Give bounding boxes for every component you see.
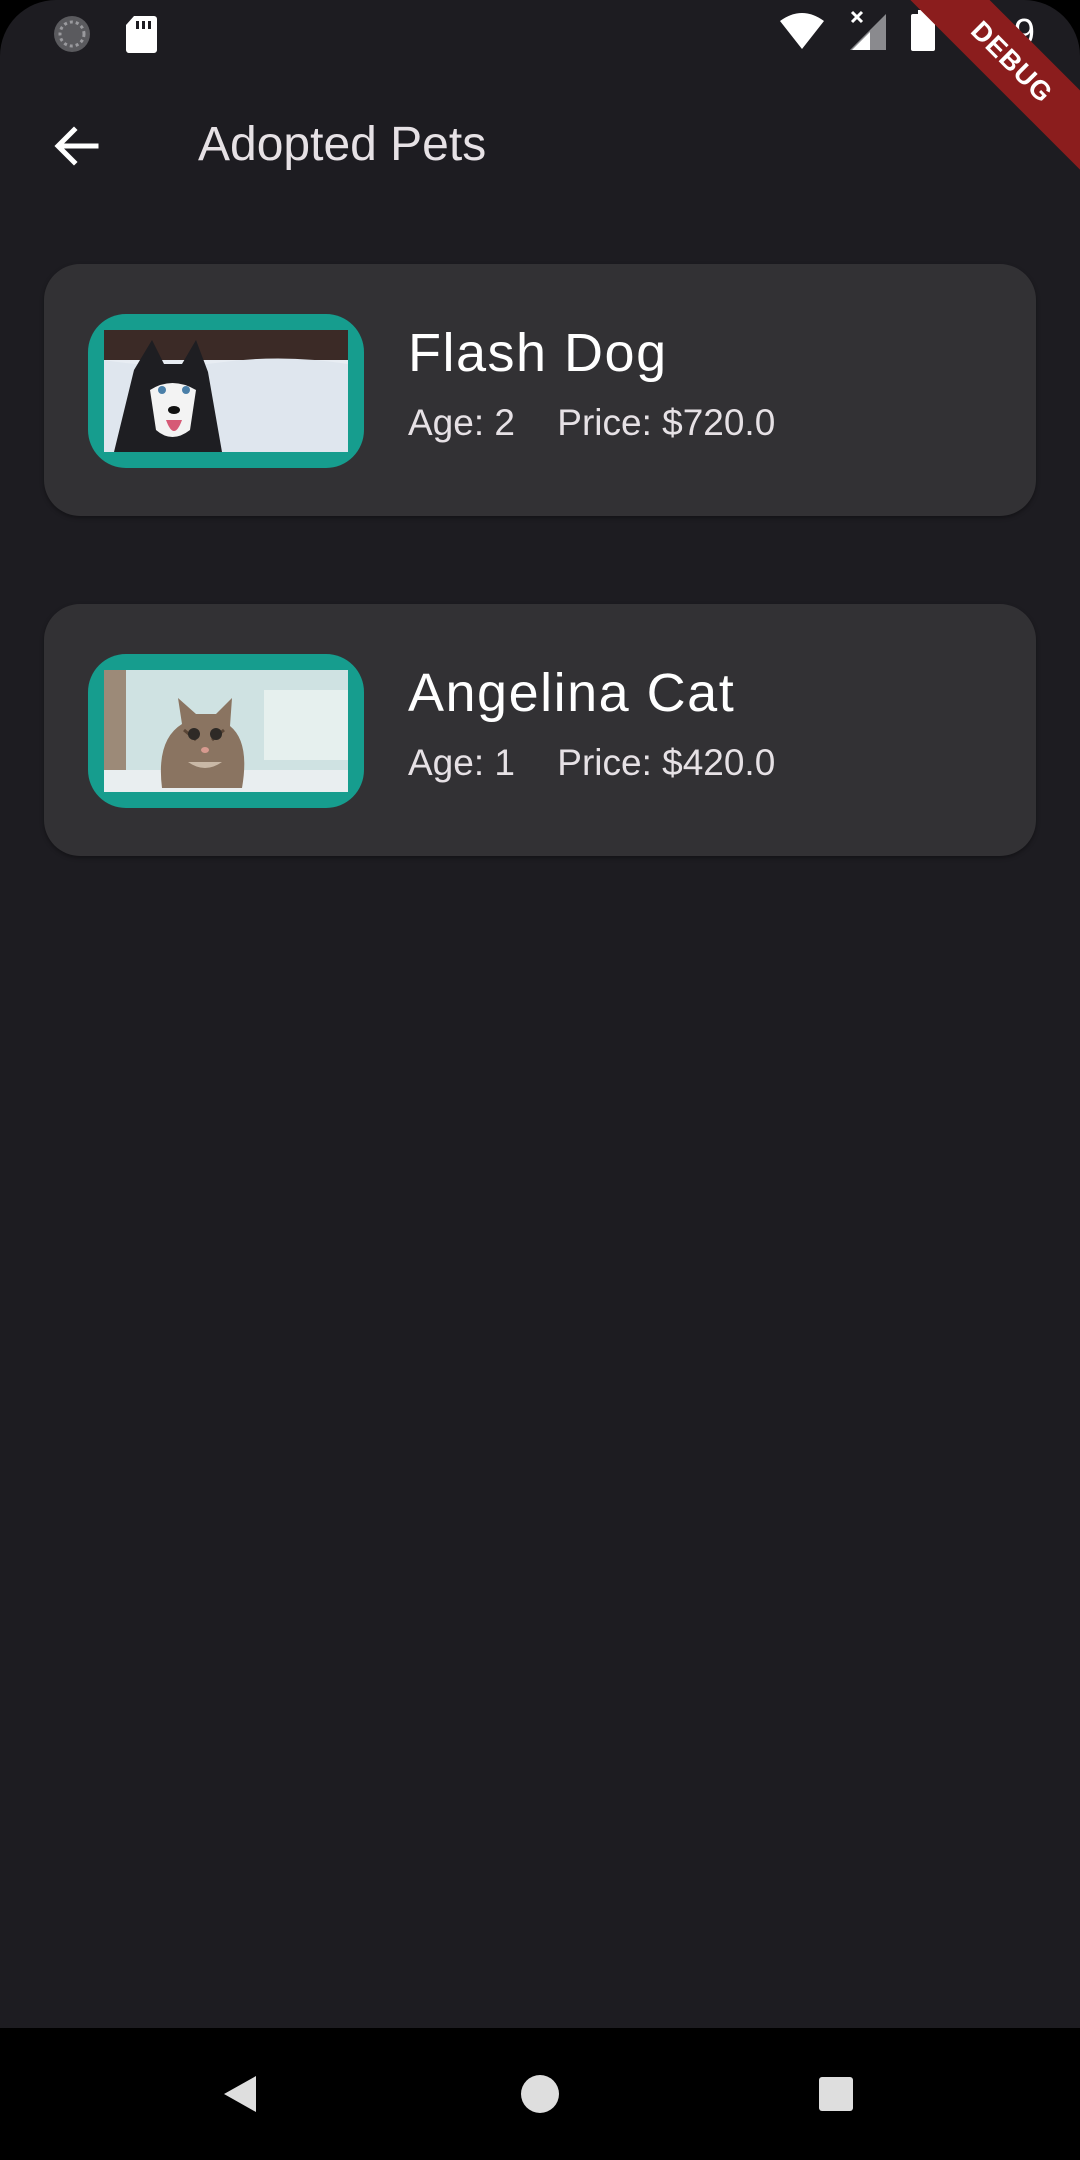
husky-dog-photo (104, 330, 348, 452)
pet-photo-frame (88, 314, 364, 468)
pet-card-angelina-cat[interactable]: Angelina Cat Age: 1 Price: $420.0 (44, 604, 1036, 856)
recents-square-icon (819, 2077, 853, 2111)
back-button[interactable] (36, 106, 116, 186)
nav-recents-button[interactable] (806, 2064, 866, 2124)
tabby-kitten-photo (104, 670, 348, 792)
pet-price: Price: $720.0 (557, 402, 776, 443)
pet-name: Angelina Cat (408, 663, 736, 723)
sync-icon (52, 14, 92, 59)
status-bar: 7:39 (0, 0, 1080, 66)
arrow-back-icon (54, 126, 99, 166)
pet-photo-frame (88, 654, 364, 808)
page-title: Adopted Pets (198, 118, 487, 171)
status-left-icons (52, 14, 158, 59)
pet-price: Price: $420.0 (557, 742, 776, 783)
nav-back-button[interactable] (210, 2064, 270, 2124)
signal-icon (848, 10, 888, 57)
app-bar: Adopted Pets (0, 66, 1080, 220)
back-triangle-icon (224, 2076, 256, 2112)
wifi-icon (778, 11, 826, 56)
pet-age: Age: 2 (408, 402, 515, 443)
pet-details: Age: 2 Price: $720.0 (408, 402, 775, 444)
nav-home-button[interactable] (510, 2064, 570, 2124)
pet-details: Age: 1 Price: $420.0 (408, 742, 775, 784)
pet-age: Age: 1 (408, 742, 515, 783)
pet-card-flash-dog[interactable]: Flash Dog Age: 2 Price: $720.0 (44, 264, 1036, 516)
sd-card-icon (124, 14, 158, 59)
screen: 7:39 DEBUG Adopted Pets (0, 0, 1080, 2160)
system-nav-bar (0, 2028, 1080, 2160)
home-circle-icon (521, 2075, 559, 2113)
pet-list: Flash Dog Age: 2 Price: $720.0 Angelina … (44, 264, 1036, 944)
pet-name: Flash Dog (408, 323, 668, 383)
